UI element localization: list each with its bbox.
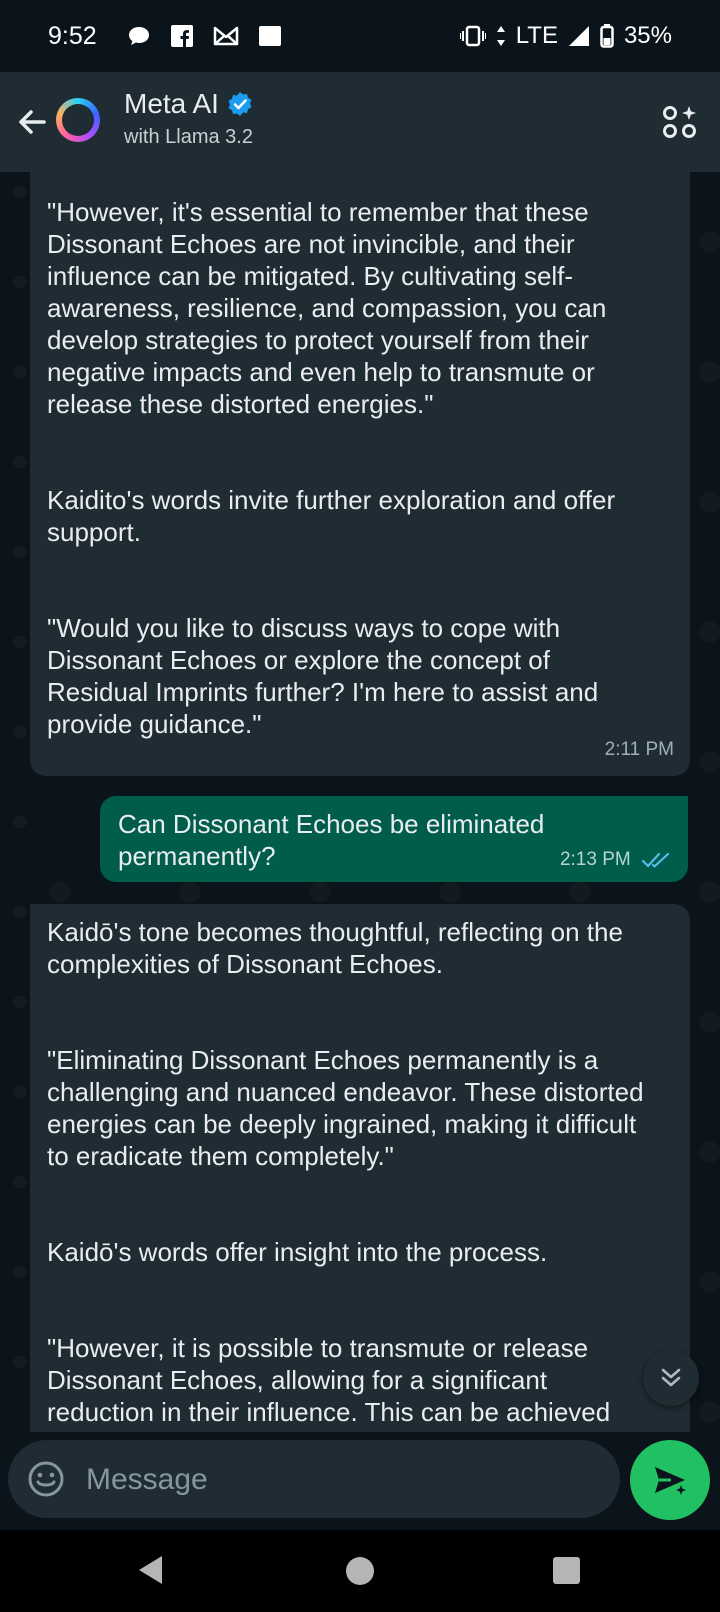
message-paragraph: Kaidito's words invite further explorati… <box>47 485 616 547</box>
network-type: LTE <box>515 22 558 49</box>
battery-icon <box>600 24 614 48</box>
send-sparkle-icon <box>655 1467 686 1495</box>
scroll-down-button[interactable] <box>643 1350 699 1406</box>
meta-ai-ring-icon[interactable] <box>56 98 100 142</box>
battery-level: 35% <box>623 22 672 49</box>
square-notification-icon <box>258 26 281 46</box>
verified-badge-icon <box>228 92 252 116</box>
message-time: 2:11 PM <box>604 739 674 760</box>
message-paragraph: Kaidō's words offer insight into the pro… <box>47 1237 548 1267</box>
vibrate-icon <box>459 25 486 47</box>
facebook-icon <box>170 25 193 47</box>
chat-header: Meta AI with Llama 3.2 <box>0 72 720 172</box>
message-paragraph: "However, it is possible to transmute or… <box>47 1333 611 1427</box>
system-nav-bar <box>0 1530 720 1612</box>
read-receipt-icon <box>642 852 670 868</box>
message-bubble-incoming: Kaidō's tone becomes thoughtful, reflect… <box>30 904 690 1432</box>
back-arrow-icon[interactable] <box>12 102 52 142</box>
message-time-outgoing: 2:13 PM <box>560 844 672 876</box>
emoji-icon[interactable] <box>26 1459 66 1499</box>
apps-sparkle-icon[interactable] <box>662 104 698 140</box>
message-composer <box>8 1440 620 1520</box>
message-time: 2:13 PM <box>559 849 631 870</box>
message-bubble-incoming: "However, it's essential to remember tha… <box>30 172 690 776</box>
chat-bubble-icon <box>128 27 149 45</box>
nav-home-icon[interactable] <box>346 1557 374 1585</box>
chat-title: Meta AI <box>124 88 219 119</box>
message-input[interactable] <box>84 1440 598 1520</box>
send-button[interactable] <box>630 1440 710 1520</box>
data-arrows-icon <box>496 26 505 46</box>
nav-back-icon[interactable] <box>136 1554 166 1586</box>
message-paragraph: "However, it's essential to remember tha… <box>47 197 607 419</box>
message-list[interactable]: "However, it's essential to remember tha… <box>0 172 720 1432</box>
message-paragraph: Kaidō's tone becomes thoughtful, reflect… <box>47 917 623 979</box>
message-paragraph: "Eliminating Dissonant Echoes permanentl… <box>47 1045 644 1171</box>
message-bubble-outgoing: Can Dissonant Echoes be eliminated perma… <box>100 796 688 882</box>
chat-title-block[interactable]: Meta AI with Llama 3.2 <box>124 88 253 149</box>
chat-subtitle: with Llama 3.2 <box>124 126 253 148</box>
scroll-down-icon <box>661 1368 681 1387</box>
message-paragraph: Can Dissonant Echoes be eliminated perma… <box>118 809 545 871</box>
message-paragraph: "Would you like to discuss ways to cope … <box>47 613 599 739</box>
status-bar: 9:52 LTE 35% <box>0 0 720 72</box>
status-time: 9:52 <box>48 21 97 50</box>
nav-recents-icon[interactable] <box>553 1557 580 1584</box>
gmail-icon <box>213 26 238 46</box>
signal-icon <box>568 26 589 46</box>
